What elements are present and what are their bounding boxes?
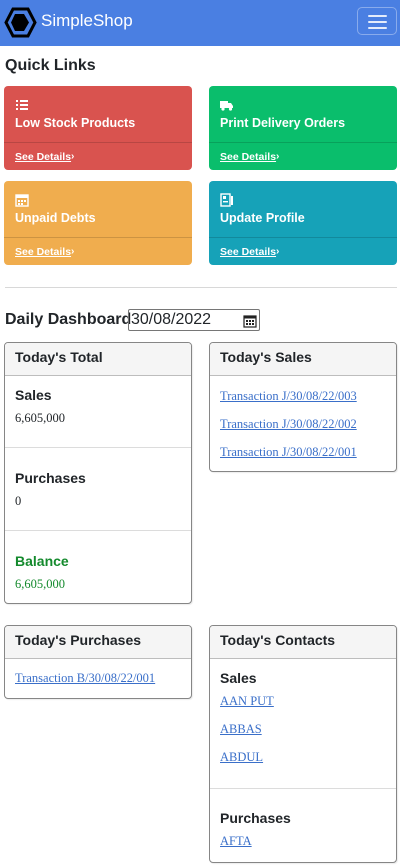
card-footer: See Details › bbox=[209, 237, 397, 265]
todays-total-panel: Today's Total Sales 6,605,000 Purchases … bbox=[4, 342, 192, 604]
update-profile-card[interactable]: Update Profile See Details › bbox=[209, 181, 397, 265]
panel-header: Today's Total bbox=[5, 343, 191, 376]
panel-header: Today's Contacts bbox=[210, 626, 396, 659]
balance-value: 6,605,000 bbox=[15, 577, 65, 591]
sales-transaction-link[interactable]: Transaction J/30/08/22/002 bbox=[220, 417, 357, 432]
quick-links-heading: Quick Links bbox=[5, 57, 96, 74]
panel-header: Today's Purchases bbox=[5, 626, 191, 659]
chevron-right-icon: › bbox=[276, 246, 280, 257]
card-title: Low Stock Products bbox=[15, 116, 136, 130]
card-title: Print Delivery Orders bbox=[220, 116, 346, 130]
chevron-right-icon: › bbox=[71, 151, 75, 162]
list-icon bbox=[16, 100, 28, 110]
sales-contacts-label: Sales bbox=[220, 670, 257, 686]
calendar-picker-icon[interactable] bbox=[243, 314, 257, 328]
card-title: Update Profile bbox=[220, 211, 305, 225]
chevron-right-icon: › bbox=[71, 246, 75, 257]
menu-toggle-button[interactable] bbox=[357, 7, 397, 35]
card-title: Unpaid Debts bbox=[15, 211, 96, 225]
balance-label: Balance bbox=[15, 553, 69, 569]
todays-purchases-panel: Today's Purchases Transaction B/30/08/22… bbox=[4, 625, 192, 699]
daily-dashboard-heading: Daily Dashboard bbox=[5, 311, 132, 328]
calendar-icon bbox=[15, 194, 29, 207]
sales-label: Sales bbox=[15, 387, 52, 403]
low-stock-card[interactable]: Low Stock Products See Details › bbox=[4, 86, 192, 170]
panel-header: Today's Sales bbox=[210, 343, 396, 376]
panel-title: Today's Contacts bbox=[220, 632, 336, 648]
id-card-icon bbox=[220, 193, 233, 207]
hexagon-logo-icon[interactable] bbox=[4, 6, 37, 39]
contact-link[interactable]: AFTA bbox=[220, 834, 252, 849]
purchases-label: Purchases bbox=[15, 470, 86, 486]
see-details-link[interactable]: See Details bbox=[15, 246, 71, 258]
panel-title: Today's Sales bbox=[220, 349, 312, 365]
purchases-contacts-label: Purchases bbox=[220, 810, 291, 826]
see-details-link[interactable]: See Details bbox=[220, 151, 276, 163]
sales-transaction-link[interactable]: Transaction J/30/08/22/001 bbox=[220, 445, 357, 460]
purchase-transaction-link[interactable]: Transaction B/30/08/22/001 bbox=[15, 671, 155, 686]
todays-contacts-panel: Today's Contacts Sales AAN PUT ABBAS ABD… bbox=[209, 625, 397, 863]
see-details-link[interactable]: See Details bbox=[220, 246, 276, 258]
divider bbox=[5, 287, 397, 288]
card-footer: See Details › bbox=[4, 237, 192, 265]
contact-link[interactable]: ABDUL bbox=[220, 750, 263, 765]
contact-link[interactable]: AAN PUT bbox=[220, 694, 274, 709]
date-value: 30/08/2022 bbox=[131, 311, 212, 328]
panel-title: Today's Total bbox=[15, 349, 103, 365]
date-input[interactable]: 30/08/2022 bbox=[128, 309, 260, 331]
card-footer: See Details › bbox=[4, 142, 192, 170]
todays-sales-panel: Today's Sales Transaction J/30/08/22/003… bbox=[209, 342, 397, 472]
sales-value: 6,605,000 bbox=[15, 411, 65, 425]
purchases-value: 0 bbox=[15, 494, 22, 508]
print-delivery-card[interactable]: Print Delivery Orders See Details › bbox=[209, 86, 397, 170]
chevron-right-icon: › bbox=[276, 151, 280, 162]
contact-link[interactable]: ABBAS bbox=[220, 722, 262, 737]
unpaid-debts-card[interactable]: Unpaid Debts See Details › bbox=[4, 181, 192, 265]
panel-title: Today's Purchases bbox=[15, 632, 142, 648]
see-details-link[interactable]: See Details bbox=[15, 151, 71, 163]
card-footer: See Details › bbox=[209, 142, 397, 170]
navbar: SimpleShop bbox=[0, 0, 400, 46]
truck-icon bbox=[220, 101, 233, 111]
hamburger-menu-icon bbox=[368, 15, 387, 17]
sales-transaction-link[interactable]: Transaction J/30/08/22/003 bbox=[220, 389, 357, 404]
brand-name[interactable]: SimpleShop bbox=[41, 11, 133, 31]
